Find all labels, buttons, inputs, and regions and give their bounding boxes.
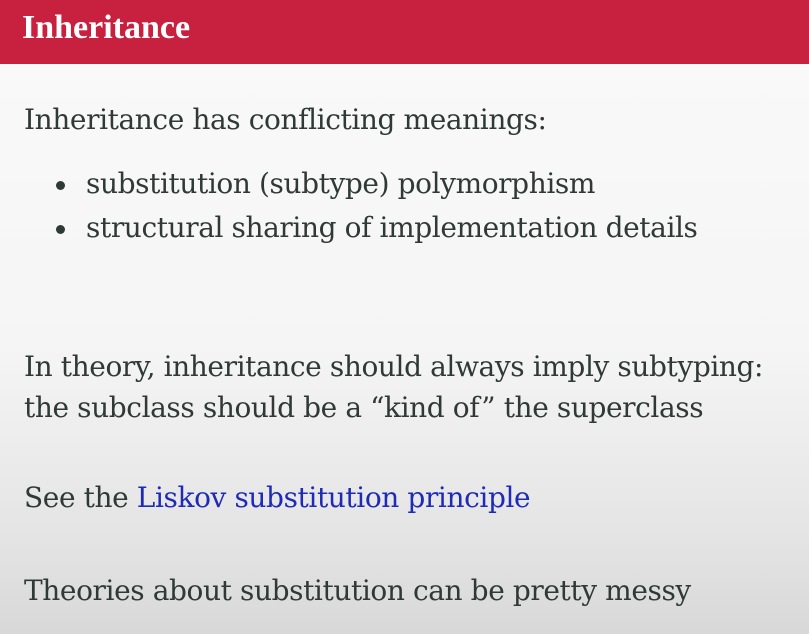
- bullet-label: substitution (subtype) polymorphism: [86, 167, 596, 200]
- bullet-item: structural sharing of implementation det…: [56, 211, 756, 245]
- see-prefix: See the: [24, 481, 137, 514]
- bullet-icon: [56, 181, 65, 190]
- theory-line-1: In theory, inheritance should always imp…: [24, 350, 764, 383]
- see-reference: See the Liskov substitution principle: [24, 481, 531, 515]
- slide-title: Inheritance: [22, 9, 191, 46]
- bullet-label: structural sharing of implementation det…: [86, 211, 698, 244]
- bullet-item: substitution (subtype) polymorphism: [56, 167, 756, 201]
- liskov-link[interactable]: Liskov substitution principle: [137, 481, 531, 514]
- bullet-icon: [56, 225, 65, 234]
- theory-line-2: the subclass should be a “kind of” the s…: [24, 391, 704, 424]
- closing-text: Theories about substitution can be prett…: [24, 574, 691, 607]
- title-bar: Inheritance: [0, 0, 809, 64]
- intro-text: Inheritance has conflicting meanings:: [24, 103, 547, 136]
